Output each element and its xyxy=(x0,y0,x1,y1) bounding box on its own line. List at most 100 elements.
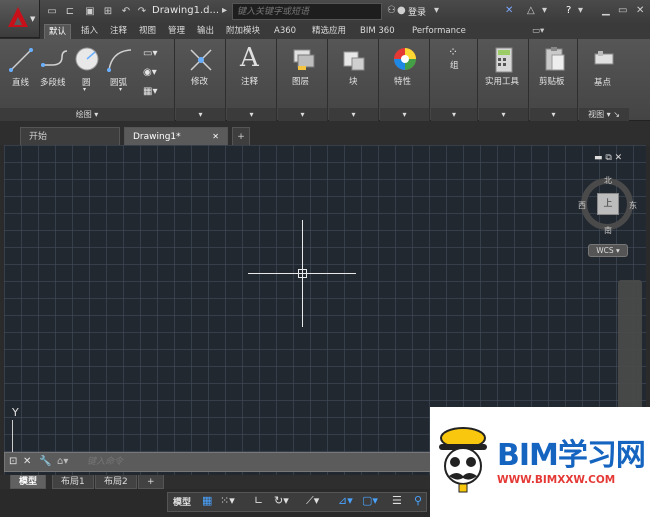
grid-icon[interactable]: ▦ xyxy=(202,494,212,507)
view-panel-footer[interactable]: 视图 ▾ ↘ xyxy=(579,108,629,121)
ribbon-toggle-icon[interactable]: ▭▾ xyxy=(528,24,548,39)
clipboard-panel[interactable]: 剪贴板 ▾ xyxy=(530,39,578,121)
tab-view[interactable]: 视图 xyxy=(135,24,160,39)
compass-east[interactable]: 东 xyxy=(629,200,637,211)
viewport-controls[interactable]: ▬ ⧉ ✕ xyxy=(594,153,622,163)
utilities-panel[interactable]: 实用工具 ▾ xyxy=(479,39,529,121)
tab-insert[interactable]: 插入 xyxy=(77,24,102,39)
groups-panel[interactable]: ⁘ 组 ▾ xyxy=(431,39,478,121)
exchange-apps-icon[interactable]: ✕ xyxy=(505,5,513,16)
wcs-menu[interactable]: WCS ▾ xyxy=(588,244,628,257)
groups-label: 组 xyxy=(450,61,459,71)
open-folder-icon[interactable]: ⊏ xyxy=(64,6,76,17)
close-icon[interactable]: ✕ xyxy=(636,5,644,16)
model-space-button[interactable]: 模型 xyxy=(173,495,191,508)
boundary-tool-icon[interactable]: ▦▾ xyxy=(143,86,157,97)
restore-icon[interactable]: ▭ xyxy=(618,5,627,16)
tab-layout2[interactable]: 布局2 xyxy=(95,475,137,489)
add-layout-button[interactable]: + xyxy=(138,475,164,489)
user-icon[interactable]: ● xyxy=(397,5,406,16)
draw-panel-footer[interactable]: 绘图 ▾ xyxy=(0,108,174,121)
polyline-tool-icon[interactable] xyxy=(40,47,70,73)
login-button[interactable]: 登录 xyxy=(408,5,426,18)
chevron-down-icon[interactable]: ▾ xyxy=(578,5,583,16)
chevron-down-icon[interactable]: ▾ xyxy=(83,86,86,93)
compass-north[interactable]: 北 xyxy=(604,175,612,186)
chevron-down-icon[interactable]: ▾ xyxy=(329,108,378,121)
annotation-scale-icon[interactable]: ⚲ xyxy=(414,494,422,507)
chevron-down-icon[interactable]: ▾ xyxy=(530,108,577,121)
expand-arrow-icon[interactable]: ▸ xyxy=(222,5,227,16)
modify-icon xyxy=(190,49,212,71)
command-input[interactable] xyxy=(87,455,427,469)
properties-panel[interactable]: 特性 ▾ xyxy=(380,39,430,121)
wrench-icon[interactable]: 🔧 xyxy=(39,456,51,467)
close-icon[interactable]: ✕ xyxy=(23,456,31,467)
tab-manage[interactable]: 管理 xyxy=(164,24,189,39)
chevron-down-icon[interactable]: ▾ xyxy=(380,108,429,121)
base-point-icon[interactable] xyxy=(593,49,615,69)
brand-url: WWW.BIMXXW.COM xyxy=(497,474,616,486)
chevron-down-icon[interactable]: ▾ xyxy=(434,5,439,16)
compass-south[interactable]: 南 xyxy=(604,225,612,236)
customize-icon[interactable]: ⊡ xyxy=(9,456,17,467)
tab-addins[interactable]: 附加模块 xyxy=(222,24,264,39)
chevron-down-icon[interactable]: ▾ xyxy=(119,86,122,93)
recent-commands-icon[interactable]: ⌂▾ xyxy=(57,456,68,467)
chevron-down-icon[interactable]: ▾ xyxy=(278,108,327,121)
chevron-down-icon[interactable]: ▾ xyxy=(176,108,225,121)
binoculars-icon[interactable]: ⚇ xyxy=(387,5,396,16)
osnap-icon[interactable]: ⊿▾ xyxy=(338,494,353,507)
a360-icon[interactable]: △ xyxy=(527,5,535,16)
line-button[interactable]: 直线 xyxy=(12,76,29,88)
undo-icon[interactable]: ↶ xyxy=(120,6,132,17)
lineweight-icon[interactable]: ☰ xyxy=(392,494,402,507)
arc-tool-icon[interactable] xyxy=(106,47,134,73)
polar-icon[interactable]: ↻▾ xyxy=(274,494,289,507)
tab-model[interactable]: 模型 xyxy=(10,475,47,489)
new-file-icon[interactable]: ▭ xyxy=(46,6,58,17)
tab-featured-apps[interactable]: 精选应用 xyxy=(308,24,350,39)
close-tab-icon[interactable]: ✕ xyxy=(212,128,219,146)
chevron-down-icon[interactable]: ▾ xyxy=(227,108,276,121)
viewcube-top-face[interactable]: 上 xyxy=(597,193,619,215)
rectangle-tool-icon[interactable]: ▭▾ xyxy=(143,48,157,59)
ortho-icon[interactable]: ∟ xyxy=(254,494,263,507)
hatch-tool-icon[interactable]: ◉▾ xyxy=(143,67,157,78)
navigation-bar[interactable] xyxy=(618,280,642,410)
tab-a360[interactable]: A360 xyxy=(270,24,300,39)
file-tab-start[interactable]: 开始 xyxy=(20,127,120,145)
file-tab-drawing1[interactable]: Drawing1* ✕ xyxy=(124,127,228,145)
help-icon[interactable]: ? xyxy=(566,5,571,16)
tab-annotate[interactable]: 注释 xyxy=(106,24,131,39)
object-snap-icon[interactable]: ▢▾ xyxy=(362,494,378,507)
tab-bim360[interactable]: BIM 360 xyxy=(356,24,399,39)
save-icon[interactable]: ▣ xyxy=(84,6,96,17)
search-box[interactable] xyxy=(232,3,382,20)
tab-layout1[interactable]: 布局1 xyxy=(52,475,94,489)
chevron-down-icon[interactable]: ▾ xyxy=(542,5,547,16)
search-input[interactable] xyxy=(233,4,381,19)
tab-output[interactable]: 输出 xyxy=(193,24,218,39)
save-as-icon[interactable]: ⊞ xyxy=(102,6,114,17)
osnap-tracking-icon[interactable]: ⟋▾ xyxy=(306,494,319,508)
new-tab-button[interactable]: + xyxy=(232,127,250,145)
minimize-icon[interactable]: ▁ xyxy=(602,5,610,16)
snap-icon[interactable]: ⁙▾ xyxy=(220,494,235,507)
line-tool-icon[interactable] xyxy=(8,47,34,73)
chevron-down-icon[interactable]: ▾ xyxy=(431,108,477,121)
compass-west[interactable]: 西 xyxy=(578,200,586,211)
layers-panel[interactable]: 图层 ▾ xyxy=(278,39,328,121)
tab-default[interactable]: 默认 xyxy=(44,24,72,39)
modify-panel[interactable]: 修改 ▾ xyxy=(176,39,226,121)
annotation-panel[interactable]: A 注释 ▾ xyxy=(227,39,277,121)
application-menu-button[interactable]: ▼ xyxy=(0,0,40,38)
chevron-down-icon[interactable]: ▾ xyxy=(479,108,528,121)
ucs-y-axis-label: Y xyxy=(12,406,19,419)
polyline-button[interactable]: 多段线 xyxy=(40,76,66,88)
tab-performance[interactable]: Performance xyxy=(408,24,470,39)
block-panel[interactable]: 块 ▾ xyxy=(329,39,379,121)
base-point-button[interactable]: 基点 xyxy=(594,76,611,88)
circle-tool-icon[interactable] xyxy=(74,46,100,72)
redo-icon[interactable]: ↷ xyxy=(136,6,148,17)
